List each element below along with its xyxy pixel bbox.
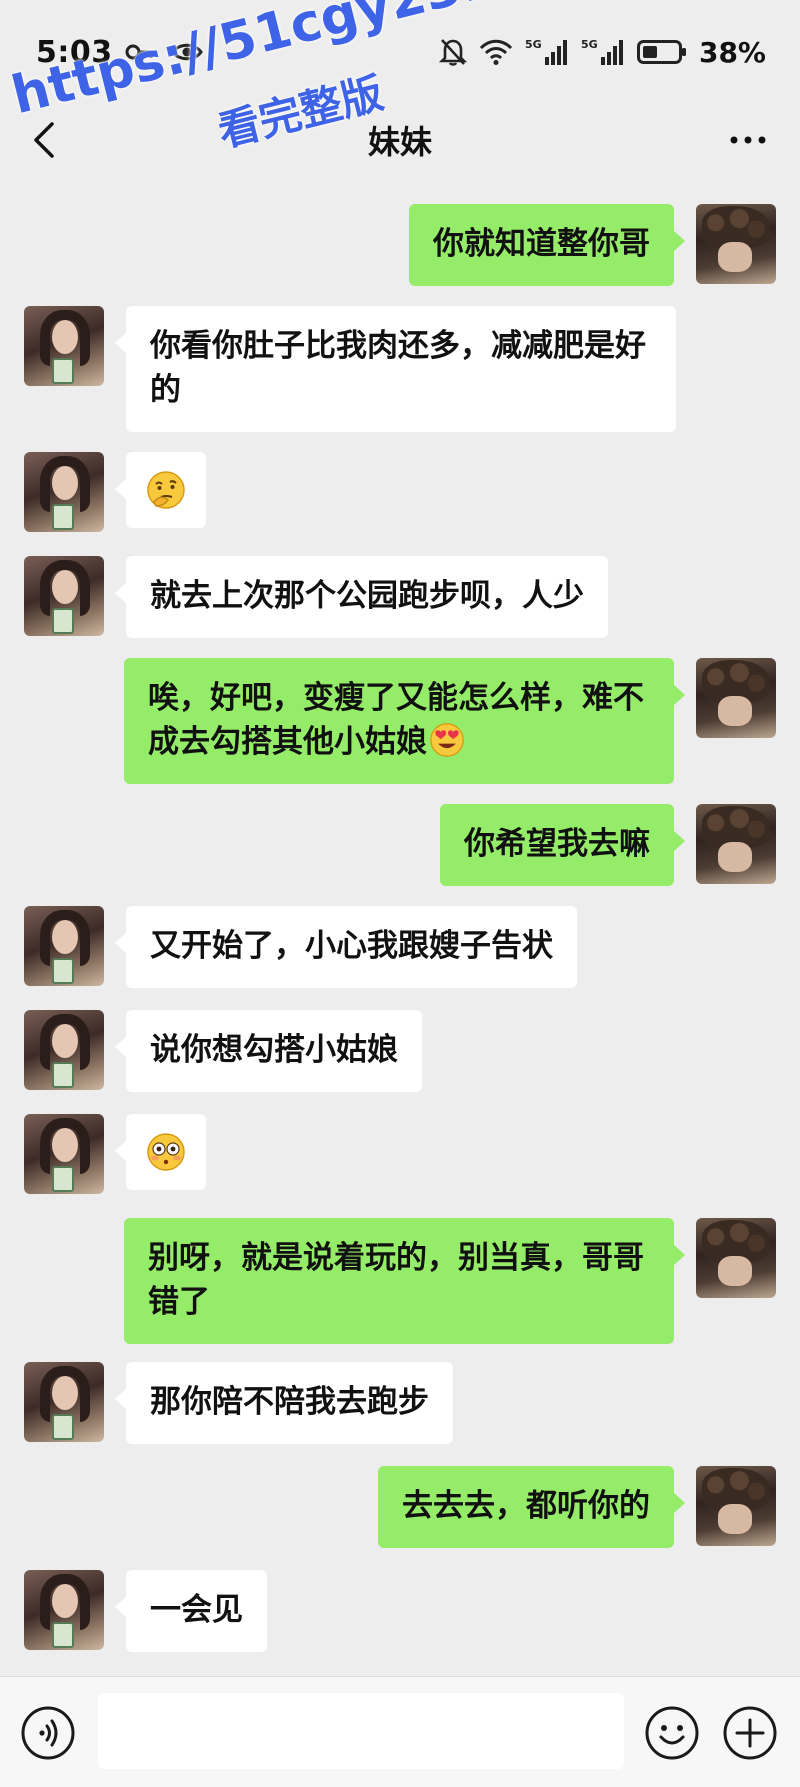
message-text: 你就知道整你哥 <box>433 226 650 262</box>
avatar-me[interactable] <box>696 804 776 884</box>
message-text: 说你想勾搭小姑娘 <box>150 1032 398 1068</box>
message-text: 去去去，都听你的 <box>402 1488 650 1524</box>
avatar-me[interactable] <box>696 1218 776 1298</box>
message-bubble[interactable] <box>115 452 206 528</box>
input-bar <box>0 1676 800 1787</box>
avatar-sister[interactable] <box>24 556 104 636</box>
voice-icon <box>21 1706 75 1760</box>
message-text: 那你陪不陪我去跑步 <box>150 1384 429 1420</box>
emoji-button[interactable] <box>644 1705 700 1761</box>
message-bubble[interactable]: 那你陪不陪我去跑步 <box>115 1362 453 1444</box>
message-text: 就去上次那个公园跑步呗，人少 <box>150 578 584 614</box>
message-input[interactable] <box>98 1693 624 1769</box>
message-bubble[interactable]: 你看你肚子比我肉还多，减减肥是好的 <box>115 306 676 432</box>
avatar-sister[interactable] <box>24 1570 104 1650</box>
avatar-sister[interactable] <box>24 906 104 986</box>
message-bubble[interactable]: 你希望我去嘛 <box>440 804 685 886</box>
avatar-me[interactable] <box>696 658 776 738</box>
plus-icon <box>723 1706 777 1760</box>
avatar-sister[interactable] <box>24 306 104 386</box>
avatar-sister[interactable] <box>24 1114 104 1194</box>
emoji-icon <box>645 1706 699 1760</box>
message-bubble[interactable]: 说你想勾搭小姑娘 <box>115 1010 422 1092</box>
flushed-face-emoji-icon <box>147 1133 185 1171</box>
message-text: 唉，好吧，变瘦了又能怎么样，难不成去勾搭其他小姑娘 <box>148 680 644 760</box>
message-text: 别呀，就是说着玩的，别当真，哥哥错了 <box>148 1240 644 1320</box>
avatar-me[interactable] <box>696 204 776 284</box>
message-bubble[interactable] <box>115 1114 206 1190</box>
avatar-sister[interactable] <box>24 1362 104 1442</box>
message-bubble[interactable]: 就去上次那个公园跑步呗，人少 <box>115 556 608 638</box>
plus-button[interactable] <box>722 1705 778 1761</box>
message-bubble[interactable]: 一会见 <box>115 1570 267 1652</box>
message-bubble[interactable]: 去去去，都听你的 <box>378 1466 685 1548</box>
avatar-sister[interactable] <box>24 452 104 532</box>
heart-eyes-emoji-icon <box>430 723 464 757</box>
message-text: 你看你肚子比我肉还多，减减肥是好的 <box>150 328 646 408</box>
chat-messages: 你就知道整你哥 你看你肚子比我肉还多，减减肥是好的 就去上次那个公园跑步呗，人少… <box>0 0 800 1660</box>
message-bubble[interactable]: 别呀，就是说着玩的，别当真，哥哥错了 <box>124 1218 685 1344</box>
message-text: 你希望我去嘛 <box>464 826 650 862</box>
message-bubble[interactable]: 唉，好吧，变瘦了又能怎么样，难不成去勾搭其他小姑娘 <box>124 658 685 784</box>
thinking-face-emoji-icon <box>147 471 185 509</box>
avatar-sister[interactable] <box>24 1010 104 1090</box>
message-text: 又开始了，小心我跟嫂子告状 <box>150 928 553 964</box>
message-text: 一会见 <box>150 1592 243 1628</box>
avatar-me[interactable] <box>696 1466 776 1546</box>
message-bubble[interactable]: 又开始了，小心我跟嫂子告状 <box>115 906 577 988</box>
message-bubble[interactable]: 你就知道整你哥 <box>409 204 685 286</box>
voice-button[interactable] <box>20 1705 76 1761</box>
